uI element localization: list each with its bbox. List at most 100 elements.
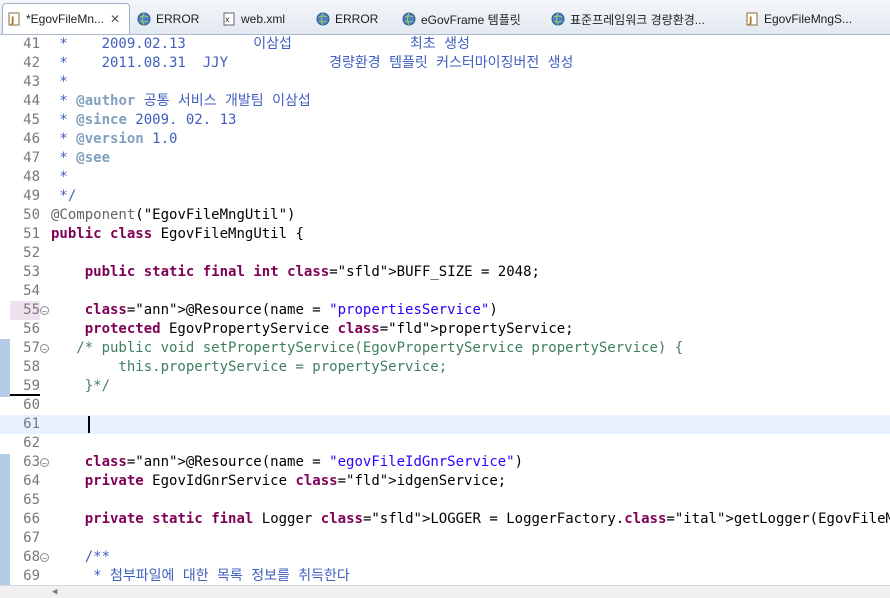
globe-icon: [137, 12, 151, 26]
tab-egovfilemngutil[interactable]: J *EgovFileMn... ✕: [2, 3, 130, 34]
code-line[interactable]: 68 − /**: [0, 548, 890, 567]
code-line[interactable]: 41 * 2009.02.13 이삼섭 최초 생성: [0, 35, 890, 54]
globe-icon: [316, 12, 330, 26]
code-text: */: [51, 188, 77, 204]
xml-file-icon: x: [222, 12, 236, 26]
line-number: 53: [23, 264, 40, 280]
code-editor[interactable]: 41 * 2009.02.13 이삼섭 최초 생성 42 * 2011.08.3…: [0, 35, 890, 585]
code-line[interactable]: 43 *: [0, 73, 890, 92]
code-text: /* public void setPropertyService(EgovPr…: [51, 340, 684, 356]
code-line[interactable]: 69 * 첨부파일에 대한 목록 정보를 취득한다: [0, 567, 890, 585]
line-number: 65: [23, 492, 40, 508]
tab-error-1[interactable]: ERROR: [133, 4, 213, 34]
code-line[interactable]: 47 * @see: [0, 149, 890, 168]
code-line[interactable]: 56 protected EgovPropertyService class="…: [0, 320, 890, 339]
line-number: 50: [23, 207, 40, 223]
tab-label: ERROR: [335, 12, 379, 26]
line-number: 49: [23, 188, 40, 204]
code-line[interactable]: 66 private static final Logger class="sf…: [0, 510, 890, 529]
javadoc-tag: @version: [76, 131, 144, 147]
code-text: }*/: [51, 378, 111, 394]
code-text: class="ann">@Resource(name = "properties…: [84, 302, 498, 318]
code-text: /**: [51, 549, 111, 565]
code-line[interactable]: 42 * 2011.08.31 JJY 경량환경 템플릿 커스터마이징버전 생성: [0, 54, 890, 73]
fold-toggle-icon[interactable]: −: [40, 344, 49, 354]
code-line[interactable]: 55 − class="ann">@Resource(name = "prope…: [0, 301, 890, 320]
line-number: 56: [23, 321, 40, 337]
line-number: 67: [23, 530, 40, 546]
code-text: * 2011.08.31 JJY 경량환경 템플릿 커스터마이징버전 생성: [51, 55, 574, 71]
code-line[interactable]: 59 }*/: [0, 377, 890, 396]
code-line[interactable]: 58 this.propertyService = propertyServic…: [0, 358, 890, 377]
code-text: 2009. 02. 13: [126, 112, 237, 128]
tab-egovframe-template[interactable]: eGovFrame 템플릿: [398, 4, 543, 34]
tab-label: eGovFrame 템플릿: [421, 12, 521, 27]
code-text: * 2009.02.13 이삼섭 최초 생성: [51, 36, 470, 52]
line-number: 48: [23, 169, 40, 185]
line-number: 44: [23, 93, 40, 109]
code-line[interactable]: 50 @Component("EgovFileMngUtil"): [0, 206, 890, 225]
code-line[interactable]: 57 − /* public void setPropertyService(E…: [0, 339, 890, 358]
code-text: this.propertyService = propertyService;: [51, 359, 448, 375]
code-line[interactable]: 60: [0, 396, 890, 415]
javadoc-tag: @since: [76, 112, 127, 128]
line-number: 61: [23, 416, 40, 432]
current-line[interactable]: 61: [0, 415, 890, 434]
tab-standard-framework[interactable]: 표준프레임워크 경량환경...: [547, 4, 737, 34]
tab-egovfilemngservice[interactable]: J EgovFileMngS...: [741, 4, 890, 34]
fold-toggle-icon[interactable]: −: [40, 306, 49, 316]
java-file-icon: J: [7, 12, 21, 26]
line-number: 43: [23, 74, 40, 90]
line-number: 54: [23, 283, 40, 299]
fold-toggle-icon[interactable]: −: [40, 553, 49, 563]
code-line[interactable]: 45 * @since 2009. 02. 13: [0, 111, 890, 130]
close-icon[interactable]: ✕: [110, 12, 120, 26]
text-cursor: [88, 416, 90, 433]
code-line[interactable]: 64 private EgovIdGnrService class="fld">…: [0, 472, 890, 491]
code-line[interactable]: 67: [0, 529, 890, 548]
code-text: *: [51, 74, 68, 90]
line-number: 62: [23, 435, 40, 451]
java-file-icon: J: [745, 12, 759, 26]
line-number: 66: [23, 511, 40, 527]
svg-text:J: J: [748, 16, 752, 26]
line-number: 47: [23, 150, 40, 166]
line-number: 63: [23, 454, 40, 470]
code-line[interactable]: 46 * @version 1.0: [0, 130, 890, 149]
tab-label: web.xml: [241, 12, 286, 26]
line-number: 51: [23, 226, 40, 242]
horizontal-scrollbar[interactable]: ◀: [0, 585, 890, 598]
line-number: 42: [23, 55, 40, 71]
tab-label: 표준프레임워크 경량환경...: [570, 12, 705, 27]
javadoc-tag: @author: [76, 93, 136, 109]
javadoc-tag: @see: [76, 150, 111, 166]
line-number: 46: [23, 131, 40, 147]
line-number: 59: [10, 377, 40, 396]
tab-label: EgovFileMngS...: [764, 12, 853, 26]
code-text: private EgovIdGnrService class="fld">idg…: [84, 473, 507, 489]
annotation: @Component: [51, 207, 136, 223]
code-line[interactable]: 44 * @author 공통 서비스 개발팀 이삼섭: [0, 92, 890, 111]
fold-toggle-icon[interactable]: −: [40, 458, 49, 468]
line-number: 60: [23, 397, 40, 413]
code-text: public class EgovFileMngUtil {: [51, 226, 304, 242]
code-text: ("EgovFileMngUtil"): [135, 207, 296, 223]
line-number: 64: [23, 473, 40, 489]
code-text: private static final Logger class="sfld"…: [84, 511, 890, 527]
code-line[interactable]: 52: [0, 244, 890, 263]
tab-label: *EgovFileMn...: [26, 12, 105, 26]
code-line[interactable]: 54: [0, 282, 890, 301]
code-line[interactable]: 65: [0, 491, 890, 510]
scroll-left-icon[interactable]: ◀: [52, 587, 57, 597]
code-line[interactable]: 51 public class EgovFileMngUtil {: [0, 225, 890, 244]
tab-error-2[interactable]: ERROR: [312, 4, 392, 34]
code-text: protected EgovPropertyService class="fld…: [84, 321, 574, 337]
code-text: public static final int class="sfld">BUF…: [84, 264, 540, 280]
code-line[interactable]: 63 − class="ann">@Resource(name = "egovF…: [0, 453, 890, 472]
code-line[interactable]: 48 *: [0, 168, 890, 187]
code-line[interactable]: 53 public static final int class="sfld">…: [0, 263, 890, 282]
code-line[interactable]: 49 */: [0, 187, 890, 206]
tab-web-xml[interactable]: x web.xml: [218, 4, 303, 34]
globe-icon: [551, 12, 565, 26]
code-line[interactable]: 62: [0, 434, 890, 453]
